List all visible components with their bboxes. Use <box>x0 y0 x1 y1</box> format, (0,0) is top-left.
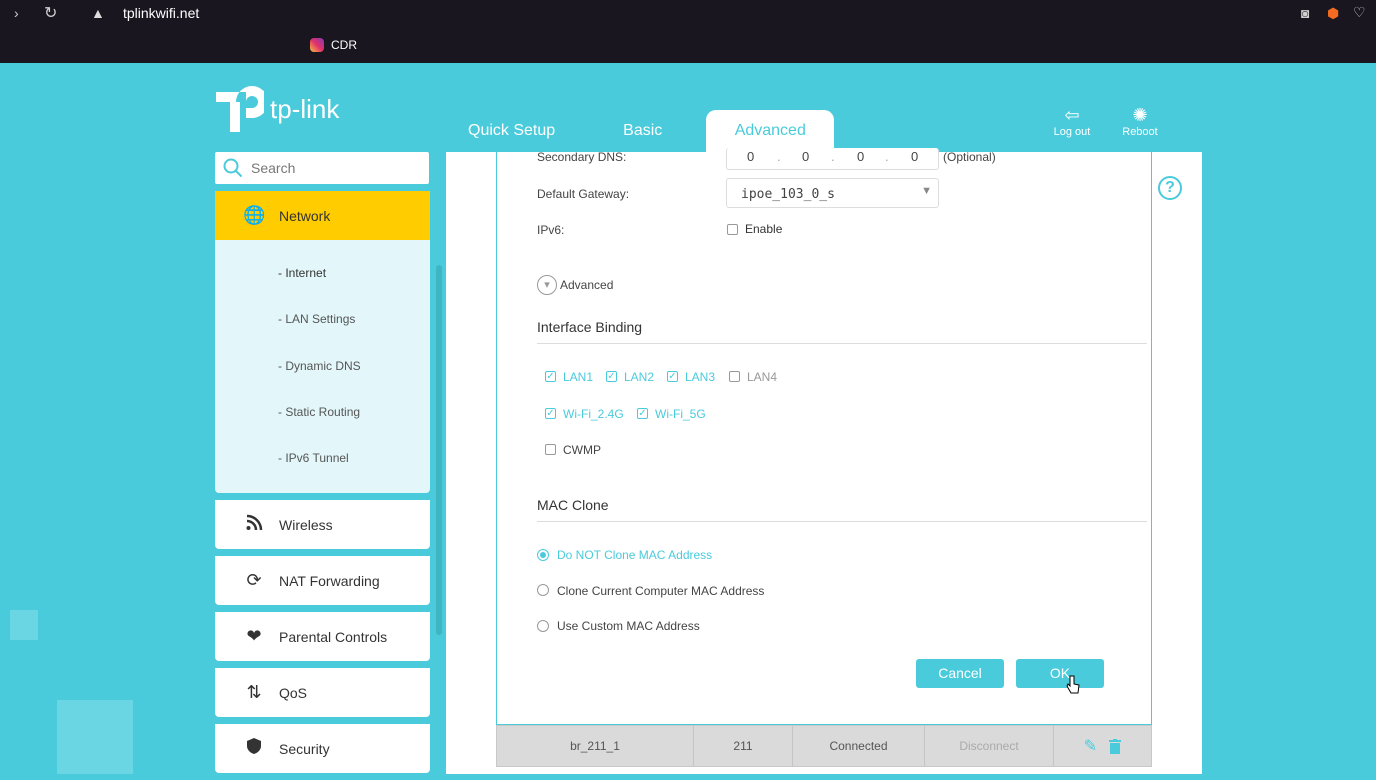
submenu-lan-settings[interactable]: - LAN Settings <box>278 312 355 326</box>
row-vlan-cell: 211 <box>694 726 793 766</box>
cursor-hand-icon <box>1066 675 1080 694</box>
lan4-checkbox[interactable] <box>729 371 740 382</box>
address-bar[interactable]: tplinkwifi.net <box>123 5 199 21</box>
clone-current-mac-radio[interactable] <box>537 584 549 596</box>
sidebar-scrollbar[interactable] <box>436 265 442 635</box>
secondary-dns-field: 0 . 0 . 0 . 0 <box>726 148 939 170</box>
internet-edit-form: Secondary DNS: 0 . 0 . 0 . 0 (Optional) … <box>496 148 1152 725</box>
submenu-static-routing[interactable]: - Static Routing <box>278 405 360 419</box>
nat-forwarding-icon: ⟳ <box>246 570 262 590</box>
lan2-label: LAN2 <box>624 370 655 384</box>
sidebar-item-security[interactable]: Security <box>215 724 430 773</box>
advanced-toggle-icon[interactable]: ▾ <box>537 275 557 295</box>
forward-icon[interactable]: › <box>14 5 19 21</box>
heart-icon[interactable]: ♡ <box>1353 4 1366 21</box>
secondary-dns-octet-2[interactable]: 0 <box>802 149 809 164</box>
reboot-icon: ✺ <box>1132 105 1148 125</box>
table-row: br_211_1 211 Connected Disconnect ✎ <box>496 725 1152 767</box>
mac-clone-title: MAC Clone <box>537 497 609 513</box>
row-status-cell: Connected <box>793 726 925 766</box>
sidebar-item-wireless[interactable]: Wireless <box>215 500 430 549</box>
qos-icon: ⇅ <box>246 682 262 702</box>
main-tabs: Quick Setup Basic Advanced <box>446 110 835 152</box>
chevron-down-icon: ▼ <box>921 185 932 197</box>
warning-icon[interactable]: ▲ <box>91 5 105 21</box>
custom-mac-label: Use Custom MAC Address <box>557 619 700 633</box>
secondary-dns-octet-1[interactable]: 0 <box>747 149 754 164</box>
advanced-toggle-label[interactable]: Advanced <box>560 278 613 292</box>
logout-button[interactable]: ⇦ Log out <box>1047 104 1097 138</box>
lan1-checkbox[interactable]: ✓ <box>545 371 556 382</box>
search-icon <box>223 158 243 178</box>
tab-advanced[interactable]: Advanced <box>706 110 835 152</box>
cwmp-label: CWMP <box>563 443 601 457</box>
sidebar-item-network[interactable]: 🌐 Network <box>215 191 430 240</box>
submenu-dynamic-dns[interactable]: - Dynamic DNS <box>278 359 361 373</box>
reboot-button[interactable]: ✺ Reboot <box>1115 104 1165 138</box>
wifi-5g-label: Wi-Fi_5G <box>655 407 706 421</box>
sidebar-item-nat-forwarding[interactable]: ⟳ NAT Forwarding <box>215 556 430 605</box>
reload-icon[interactable]: ↻ <box>44 3 57 23</box>
disconnect-button[interactable]: Disconnect <box>925 726 1054 766</box>
row-name-cell: br_211_1 <box>497 726 694 766</box>
clone-current-mac-label: Clone Current Computer MAC Address <box>557 584 765 598</box>
tp-link-logo-icon <box>216 86 264 132</box>
main-panel: ? Secondary DNS: 0 . 0 . 0 . 0 (Optional… <box>446 148 1202 774</box>
parental-controls-icon: ❤ <box>246 626 262 646</box>
tab-quick-setup[interactable]: Quick Setup <box>446 110 577 152</box>
search-placeholder: Search <box>251 160 296 176</box>
background-shape <box>10 610 38 640</box>
cwmp-checkbox[interactable] <box>545 444 556 455</box>
tp-link-logo: tp-link <box>214 84 339 134</box>
network-submenu: - Internet - LAN Settings - Dynamic DNS … <box>215 240 430 493</box>
submenu-ipv6-tunnel[interactable]: - IPv6 Tunnel <box>278 451 349 465</box>
wifi-icon <box>243 514 265 535</box>
shield-icon[interactable]: ⬢ <box>1327 5 1339 22</box>
wifi-5g-checkbox[interactable]: ✓ <box>637 408 648 419</box>
divider <box>537 343 1147 344</box>
wifi-24g-label: Wi-Fi_2.4G <box>563 407 624 421</box>
edit-icon[interactable]: ✎ <box>1084 736 1097 756</box>
do-not-clone-radio[interactable] <box>537 549 549 561</box>
camera-icon[interactable]: ◙ <box>1301 5 1309 21</box>
default-gateway-label: Default Gateway: <box>537 187 630 201</box>
sidebar: Search 🌐 Network - Internet - LAN Settin… <box>215 152 430 773</box>
lan2-checkbox[interactable]: ✓ <box>606 371 617 382</box>
lan4-label: LAN4 <box>747 370 778 384</box>
ipv6-enable-checkbox[interactable] <box>727 224 738 235</box>
do-not-clone-label: Do NOT Clone MAC Address <box>557 548 713 562</box>
ipv6-label: IPv6: <box>537 223 565 237</box>
interface-binding-title: Interface Binding <box>537 319 643 335</box>
search-input[interactable]: Search <box>215 152 429 184</box>
secondary-dns-note: (Optional) <box>943 150 996 164</box>
submenu-internet[interactable]: - Internet <box>278 266 326 280</box>
background-shape <box>57 700 133 774</box>
help-icon[interactable]: ? <box>1158 176 1182 200</box>
lan3-label: LAN3 <box>685 370 716 384</box>
sidebar-item-qos[interactable]: ⇅ QoS <box>215 668 430 717</box>
lan3-checkbox[interactable]: ✓ <box>667 371 678 382</box>
secondary-dns-label: Secondary DNS: <box>537 150 627 164</box>
custom-mac-radio[interactable] <box>537 620 549 632</box>
secondary-dns-octet-4[interactable]: 0 <box>911 149 918 164</box>
ipv6-enable-label: Enable <box>745 222 783 236</box>
bookmark-label: CDR <box>331 38 357 52</box>
globe-icon: 🌐 <box>243 205 266 225</box>
trash-icon[interactable] <box>1109 738 1122 754</box>
shield-icon <box>243 738 265 759</box>
logout-icon: ⇦ <box>1064 105 1080 125</box>
secondary-dns-octet-3[interactable]: 0 <box>857 149 864 164</box>
tab-basic[interactable]: Basic <box>577 110 684 152</box>
cancel-button[interactable]: Cancel <box>916 659 1004 688</box>
instagram-icon <box>310 38 324 52</box>
bookmark-cdr[interactable]: CDR <box>310 38 357 52</box>
lan1-label: LAN1 <box>563 370 594 384</box>
browser-toolbar: › ↻ ▲ tplinkwifi.net CDR ◙ ⬢ ♡ <box>0 0 1376 63</box>
sidebar-item-parental-controls[interactable]: ❤ Parental Controls <box>215 612 430 661</box>
wifi-24g-checkbox[interactable]: ✓ <box>545 408 556 419</box>
ok-button[interactable]: OK <box>1016 659 1104 688</box>
row-actions: ✎ <box>1054 726 1151 766</box>
divider <box>537 521 1147 522</box>
default-gateway-select[interactable]: ipoe_103_0_s ▼ <box>726 178 939 208</box>
